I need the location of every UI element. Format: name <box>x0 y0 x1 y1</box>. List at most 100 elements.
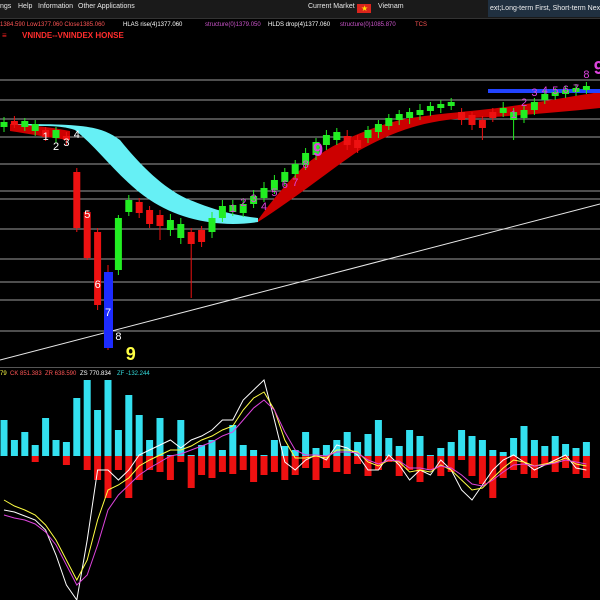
hist-bar-red <box>281 456 289 480</box>
td-label: 3 <box>63 137 69 149</box>
hist-bar-red <box>270 456 278 472</box>
candle-body <box>31 124 39 131</box>
td-label: 7 <box>105 307 111 319</box>
hist-bar-red <box>395 456 403 476</box>
candle-body <box>343 136 351 145</box>
candle-body <box>426 106 434 111</box>
td-label: 1 <box>43 131 49 143</box>
td-label: 4 <box>261 201 267 213</box>
hist-bar-red <box>260 456 268 475</box>
hist-bar-cyan <box>562 444 570 456</box>
td-label: 4 <box>74 129 80 141</box>
hist-bar-cyan <box>31 445 39 456</box>
hist-bar-cyan <box>572 448 580 456</box>
hist-bar-cyan <box>260 455 268 456</box>
hist-bar-red <box>426 456 434 470</box>
hist-bar-cyan <box>218 450 226 456</box>
hist-bar-cyan <box>42 418 50 456</box>
hist-bar-cyan <box>395 446 403 456</box>
td-label: 4 <box>542 85 548 97</box>
candle-body <box>218 206 226 218</box>
candle-body <box>447 102 455 106</box>
panel-divider <box>0 367 600 368</box>
hist-bar-cyan <box>426 455 434 456</box>
oscillator-line-yellow <box>3 391 587 582</box>
hist-bar-cyan <box>125 395 133 456</box>
candle-body <box>291 164 299 174</box>
hist-bar-cyan <box>146 440 154 456</box>
osc-prefix: 79 <box>0 371 7 377</box>
ck-value: CK 851.383 <box>10 371 42 377</box>
td-label: 2 <box>53 141 59 153</box>
hist-bar-cyan <box>21 432 29 456</box>
candle-body <box>52 130 60 138</box>
candle-body <box>437 104 445 108</box>
candle-body <box>146 210 154 224</box>
td-label: 1 <box>511 109 517 121</box>
candle-body <box>177 224 185 238</box>
hist-bar-cyan <box>83 380 91 456</box>
candle-body <box>125 200 133 212</box>
hist-bar-red <box>177 456 185 462</box>
hist-bar-cyan <box>468 436 476 456</box>
hist-bar-red <box>520 456 528 474</box>
hist-bar-red <box>31 456 39 462</box>
cloud-red-band <box>258 92 600 222</box>
hist-bar-cyan <box>52 440 60 456</box>
chart-canvas: 12 34567891 2 3456 789123 4 5 6 78 9 <box>0 58 600 600</box>
candle-body <box>416 110 424 115</box>
hist-bar-red <box>166 456 174 480</box>
hist-bar-red <box>229 456 237 474</box>
candle-body <box>520 110 528 118</box>
hist-bar-cyan <box>239 445 247 456</box>
candle-body <box>208 218 216 232</box>
candle-body <box>94 232 102 305</box>
candle-body <box>333 132 341 140</box>
hist-bar-cyan <box>114 430 122 456</box>
candle-body <box>114 218 122 270</box>
hist-bar-red <box>187 456 195 488</box>
td-label: 2 <box>240 197 246 209</box>
hist-bar-red <box>135 456 143 480</box>
candle-body <box>582 86 590 90</box>
td-label: 9 <box>594 58 600 78</box>
hist-bar-cyan <box>250 450 258 456</box>
hist-bar-red <box>62 456 70 465</box>
hist-bar-red <box>343 456 351 474</box>
hist-bar-cyan <box>156 418 164 456</box>
hist-bar-red <box>156 456 164 472</box>
zr-value: ZR 638.590 <box>45 371 77 377</box>
candle-body <box>406 112 414 118</box>
candle-body <box>198 230 206 242</box>
hist-bar-red <box>83 456 91 470</box>
hist-bar-cyan <box>551 436 559 456</box>
zf-value: ZF -132.244 <box>117 371 150 377</box>
td-label: 5 <box>552 85 558 97</box>
td-label: 9 <box>313 140 323 160</box>
hist-bar-cyan <box>416 436 424 456</box>
hist-bar-red <box>291 456 299 475</box>
hist-bar-red <box>208 456 216 478</box>
td-label: 6 <box>563 84 569 96</box>
candle-body <box>385 118 393 126</box>
candle-body <box>187 232 195 244</box>
td-label: 7 <box>573 83 579 95</box>
hist-bar-cyan <box>447 442 455 456</box>
hist-bar-red <box>478 456 486 484</box>
hist-bar-cyan <box>62 442 70 456</box>
hist-bar-red <box>416 456 424 482</box>
hist-bar-red <box>198 456 206 475</box>
candle-body <box>478 120 486 128</box>
hist-bar-cyan <box>322 445 330 456</box>
hist-bar-red <box>104 456 112 498</box>
hist-bar-red <box>489 456 497 498</box>
hist-bar-cyan <box>374 420 382 456</box>
hist-bar-cyan <box>135 415 143 456</box>
candle-body <box>21 121 29 127</box>
hist-bar-cyan <box>499 452 507 456</box>
td-label: 3 <box>531 87 537 99</box>
candle-body <box>322 135 330 145</box>
hist-bar-cyan <box>104 380 112 456</box>
candle-body <box>458 112 466 120</box>
oscillator-info-line: 79 CK 851.383 ZR 638.590 ZS 770.834 ZF -… <box>0 369 600 379</box>
